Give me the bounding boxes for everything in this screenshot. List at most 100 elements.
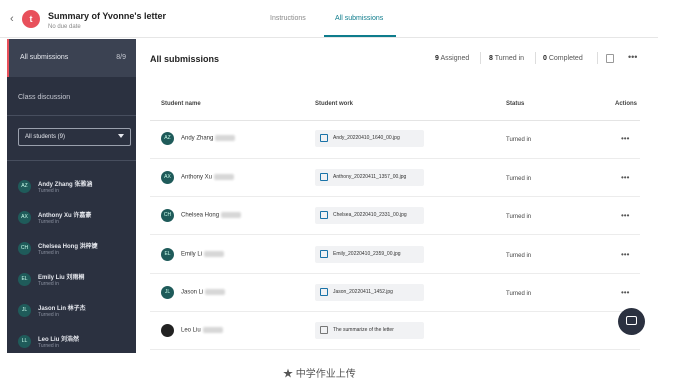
row-more-icon[interactable]: ••• <box>621 134 629 143</box>
student-name: Leo Liu 刘浩然 <box>38 337 79 343</box>
work-attachment[interactable]: Andy_20220410_1640_00.jpg <box>315 130 424 147</box>
avatar: AZ <box>18 180 31 193</box>
status-text: Turned in <box>506 253 532 259</box>
avatar: LL <box>18 335 31 348</box>
avatar: AX <box>161 171 174 184</box>
completed-label: Completed <box>548 55 583 62</box>
turned-in-label: Turned in <box>494 55 525 62</box>
student-name: Andy Zhang <box>181 135 236 142</box>
student-filter-dropdown[interactable]: All students (9) <box>18 128 131 146</box>
work-attachment[interactable]: Chelsea_20220410_2331_00.jpg <box>315 207 424 224</box>
student-name: Andy Zhang 张雅涵 <box>38 182 93 188</box>
image-icon <box>320 211 328 219</box>
assigned-value: 9 <box>435 55 439 62</box>
row-more-icon[interactable]: ••• <box>621 250 629 259</box>
avatar: CH <box>161 209 174 222</box>
row-more-icon[interactable]: ••• <box>621 173 629 182</box>
avatar <box>161 324 174 337</box>
image-icon <box>320 288 328 296</box>
divider <box>7 115 136 116</box>
attachment-filename: Emily_20220410_2359_00.jpg <box>333 251 401 257</box>
student-name: Anthony Xu <box>181 174 235 181</box>
bookmark-icon[interactable] <box>606 54 614 63</box>
student-status: Turned in <box>38 312 59 318</box>
sidebar-item-class-discussion[interactable]: Class discussion <box>18 94 70 101</box>
student-status: Turned in <box>38 219 59 225</box>
work-attachment[interactable]: The summarize of the letter <box>315 322 424 339</box>
student-status: Turned in <box>38 250 59 256</box>
student-name: Emily Li <box>181 251 225 258</box>
student-filter-value: All students (9) <box>25 134 66 140</box>
column-header-work: Student work <box>315 101 354 107</box>
avatar: JL <box>161 286 174 299</box>
image-icon <box>320 134 328 142</box>
divider <box>535 52 536 64</box>
student-name: Chelsea Hong 洪梓婕 <box>38 244 98 250</box>
status-text: Turned in <box>506 214 532 220</box>
column-header-student[interactable]: Student name <box>161 101 201 107</box>
attachment-filename: The summarize of the letter <box>333 327 394 333</box>
assignment-title: Summary of Yvonne's letter <box>48 11 167 21</box>
top-bar: ‹ t Summary of Yvonne's letter No due da… <box>0 0 658 38</box>
work-attachment[interactable]: Anthony_20220411_1357_00.jpg <box>315 169 424 186</box>
row-more-icon[interactable]: ••• <box>621 211 629 220</box>
assigned-count: 9 Assigned <box>435 55 469 62</box>
chat-icon <box>626 316 637 325</box>
assignment-logo: t <box>22 10 40 28</box>
attachment-filename: Anthony_20220411_1357_00.jpg <box>333 174 407 180</box>
document-icon <box>320 326 328 334</box>
attachment-filename: Jason_20220411_1452.jpg <box>333 289 393 295</box>
avatar: AZ <box>161 132 174 145</box>
sidebar-student-item[interactable]: AX Anthony Xu 许嘉豪 Turned in <box>18 209 133 233</box>
student-status: Turned in <box>38 343 59 349</box>
attachment-filename: Chelsea_20220410_2331_00.jpg <box>333 212 407 218</box>
avatar: AX <box>18 211 31 224</box>
sidebar-student-item[interactable]: EL Emily Liu 刘雨桐 Turned in <box>18 271 133 295</box>
completed-count: 0 Completed <box>543 55 583 62</box>
avatar: EL <box>18 273 31 286</box>
page-title: All submissions <box>150 54 220 64</box>
status-text: Turned in <box>506 291 532 297</box>
sidebar-student-item[interactable]: AZ Andy Zhang 张雅涵 Turned in <box>18 178 133 202</box>
sidebar-student-item[interactable]: JL Jason Lin 林子杰 Turned in <box>18 302 133 326</box>
column-header-actions: Actions <box>615 101 638 107</box>
status-text: Turned in <box>506 176 532 182</box>
chat-button[interactable] <box>618 308 645 335</box>
chevron-down-icon <box>118 134 124 138</box>
student-name: Jason Li <box>181 289 226 296</box>
avatar: CH <box>18 242 31 255</box>
work-attachment[interactable]: Jason_20220411_1452.jpg <box>315 284 424 301</box>
back-icon[interactable]: ‹ <box>10 14 20 25</box>
student-name: Chelsea Hong <box>181 212 242 219</box>
sidebar-student-item[interactable]: CH Chelsea Hong 洪梓婕 Turned in <box>18 240 133 264</box>
sidebar-item-all-submissions[interactable]: All submissions 8/9 <box>7 39 136 77</box>
row-more-icon[interactable]: ••• <box>621 288 629 297</box>
student-name: Jason Lin 林子杰 <box>38 306 86 312</box>
divider <box>7 160 136 161</box>
image-icon <box>320 250 328 258</box>
student-status: Turned in <box>38 188 59 194</box>
status-text: Turned in <box>506 137 532 143</box>
student-name: Anthony Xu 许嘉豪 <box>38 213 92 219</box>
active-tab-indicator <box>324 35 396 37</box>
due-date: No due date <box>48 24 81 30</box>
sidebar-student-item[interactable]: LL Leo Liu 刘浩然 Turned in <box>18 333 133 357</box>
image-caption: ★ 中学作业上传 <box>283 369 356 380</box>
divider <box>597 52 598 64</box>
submission-count: 8/9 <box>116 54 126 61</box>
turned-in-count: 8 Turned in <box>489 55 524 62</box>
work-attachment[interactable]: Emily_20220410_2359_00.jpg <box>315 246 424 263</box>
assigned-label: Assigned <box>440 55 470 62</box>
more-options-icon[interactable]: ••• <box>628 52 637 62</box>
tab-instructions[interactable]: Instructions <box>270 15 306 22</box>
completed-value: 0 <box>543 55 547 62</box>
tab-all-submissions[interactable]: All submissions <box>335 15 383 22</box>
student-name: Emily Liu 刘雨桐 <box>38 275 85 281</box>
avatar: EL <box>161 248 174 261</box>
student-status: Turned in <box>38 281 59 287</box>
attachment-filename: Andy_20220410_1640_00.jpg <box>333 135 400 141</box>
column-header-status[interactable]: Status <box>506 101 524 107</box>
sidebar: All submissions 8/9 Class discussion All… <box>7 39 136 353</box>
turned-in-value: 8 <box>489 55 493 62</box>
table-header <box>150 88 640 121</box>
